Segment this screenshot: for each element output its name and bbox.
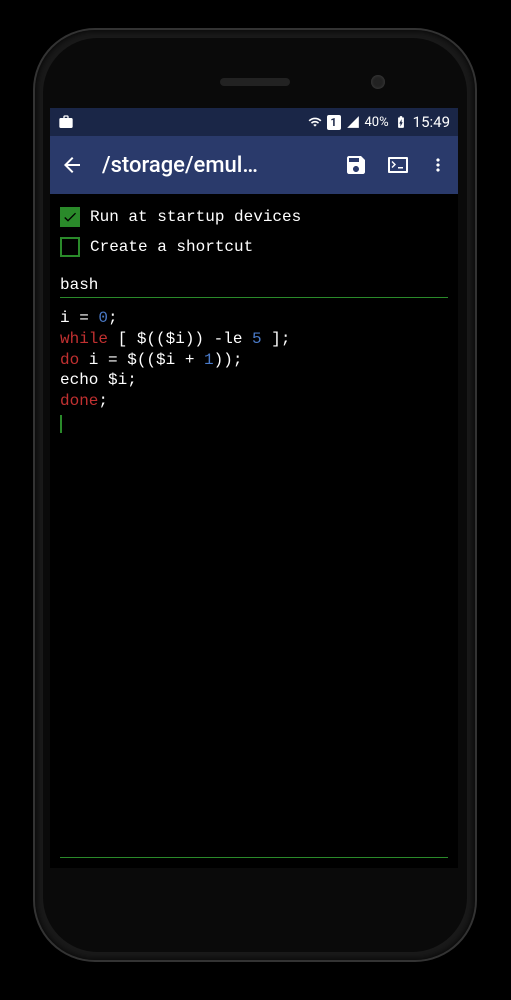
content-area: Run at startup devices Create a shortcut… (50, 194, 458, 806)
script-language-label: bash (60, 276, 448, 297)
code-token: i = $(($i + (79, 351, 204, 369)
phone-camera (371, 75, 385, 89)
battery-icon (394, 115, 408, 129)
divider-top (60, 297, 448, 298)
code-token: )); (214, 351, 243, 369)
briefcase-icon (58, 114, 74, 130)
code-token: do (60, 351, 79, 369)
checkbox-shortcut[interactable] (60, 237, 80, 257)
checkbox-label-startup: Run at startup devices (90, 208, 301, 226)
terminal-icon[interactable] (386, 153, 410, 177)
code-token: 5 (252, 330, 262, 348)
status-clock: 15:49 (413, 113, 450, 131)
more-icon[interactable] (428, 153, 448, 177)
code-token: i (60, 309, 70, 327)
wifi-icon (308, 115, 322, 129)
save-icon[interactable] (344, 153, 368, 177)
battery-percentage: 40% (365, 115, 389, 130)
status-right: 1 40% 15:49 (308, 113, 451, 131)
code-token: [ $(($i)) -le (108, 330, 252, 348)
app-bar-title: /storage/emul… (102, 153, 326, 178)
checkbox-row-shortcut[interactable]: Create a shortcut (60, 232, 448, 262)
signal-icon (346, 115, 360, 129)
code-token: echo $i; (60, 371, 137, 389)
screen: 1 40% 15:49 /storage/emul… (50, 108, 458, 868)
checkmark-icon (62, 209, 78, 225)
code-editor[interactable]: i = 0; while [ $(($i)) -le 5 ]; do i = $… (60, 308, 448, 798)
code-token: ; (108, 309, 118, 327)
app-bar: /storage/emul… (50, 136, 458, 194)
back-arrow-icon[interactable] (60, 153, 84, 177)
divider-bottom (60, 857, 448, 858)
status-left (58, 114, 74, 130)
text-cursor (60, 415, 62, 433)
code-token: done (60, 392, 98, 410)
checkbox-row-startup[interactable]: Run at startup devices (60, 202, 448, 232)
checkbox-label-shortcut: Create a shortcut (90, 238, 253, 256)
code-token: 0 (98, 309, 108, 327)
checkbox-startup[interactable] (60, 207, 80, 227)
status-bar: 1 40% 15:49 (50, 108, 458, 136)
code-token: ]; (262, 330, 291, 348)
sim-badge: 1 (327, 115, 341, 130)
code-token: 1 (204, 351, 214, 369)
code-token: = (70, 309, 99, 327)
code-token: ; (98, 392, 108, 410)
code-token: while (60, 330, 108, 348)
phone-speaker (220, 78, 290, 86)
